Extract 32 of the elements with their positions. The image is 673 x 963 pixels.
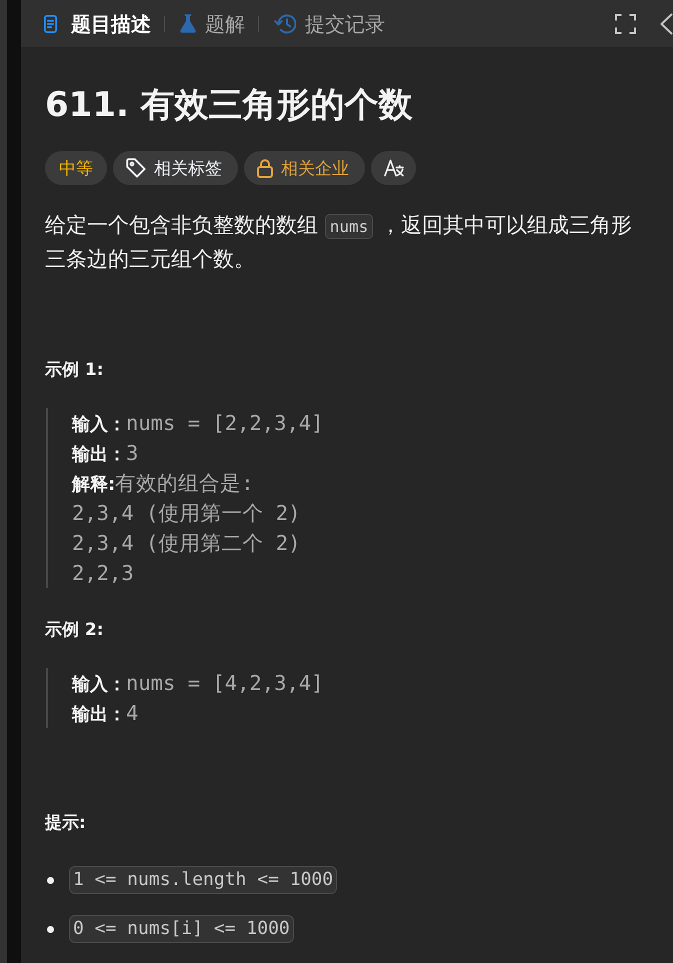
chevron-left-icon[interactable] <box>659 12 673 34</box>
tag-icon <box>126 158 146 178</box>
document-icon <box>44 14 57 32</box>
tab[interactable]: 题解 <box>180 10 245 36</box>
example-line: 2,3,4 (使用第二个 2) <box>72 530 300 557</box>
bullet-icon <box>47 876 54 884</box>
example-line: 2,3,4 (使用第一个 2) <box>72 500 300 527</box>
history-icon <box>274 14 296 34</box>
lock-icon <box>257 158 273 178</box>
translate-button[interactable] <box>371 151 416 185</box>
constraint-text: 1 <= nums.length <= 1000 <box>69 866 338 894</box>
fullscreen-icon[interactable] <box>615 14 636 34</box>
constraint-text: 0 <= nums[i] <= 1000 <box>69 915 294 943</box>
example-line: 2,2,3 <box>72 560 134 587</box>
bullet-icon <box>47 926 54 932</box>
problem-title: 611. 有效三角形的个数 <box>45 85 413 125</box>
companies-tag[interactable]: 相关企业 <box>244 151 365 185</box>
example-line: 输入：nums = [2,2,3,4] <box>72 410 324 437</box>
example-heading: 示例 1: <box>45 359 104 382</box>
example-line: 输出：4 <box>72 700 138 727</box>
problem-description: 给定一个包含非负整数的数组 nums ，返回其中可以组成三角形三条边的三元组个数。 <box>45 212 633 273</box>
flask-icon <box>180 14 196 33</box>
example-line: 输出：3 <box>72 440 138 467</box>
difficulty-tag[interactable]: 中等 <box>45 151 107 185</box>
example-heading: 示例 2: <box>45 619 104 642</box>
tab[interactable]: 提交记录 <box>274 10 385 36</box>
constraints-heading: 提示: <box>45 812 86 835</box>
tab[interactable]: 题目描述 <box>44 10 151 36</box>
translate-icon <box>384 159 404 177</box>
topics-tag[interactable]: 相关标签 <box>113 151 238 185</box>
example-line: 输入：nums = [4,2,3,4] <box>72 670 324 697</box>
example-line: 解释:有效的组合是: <box>72 470 255 497</box>
